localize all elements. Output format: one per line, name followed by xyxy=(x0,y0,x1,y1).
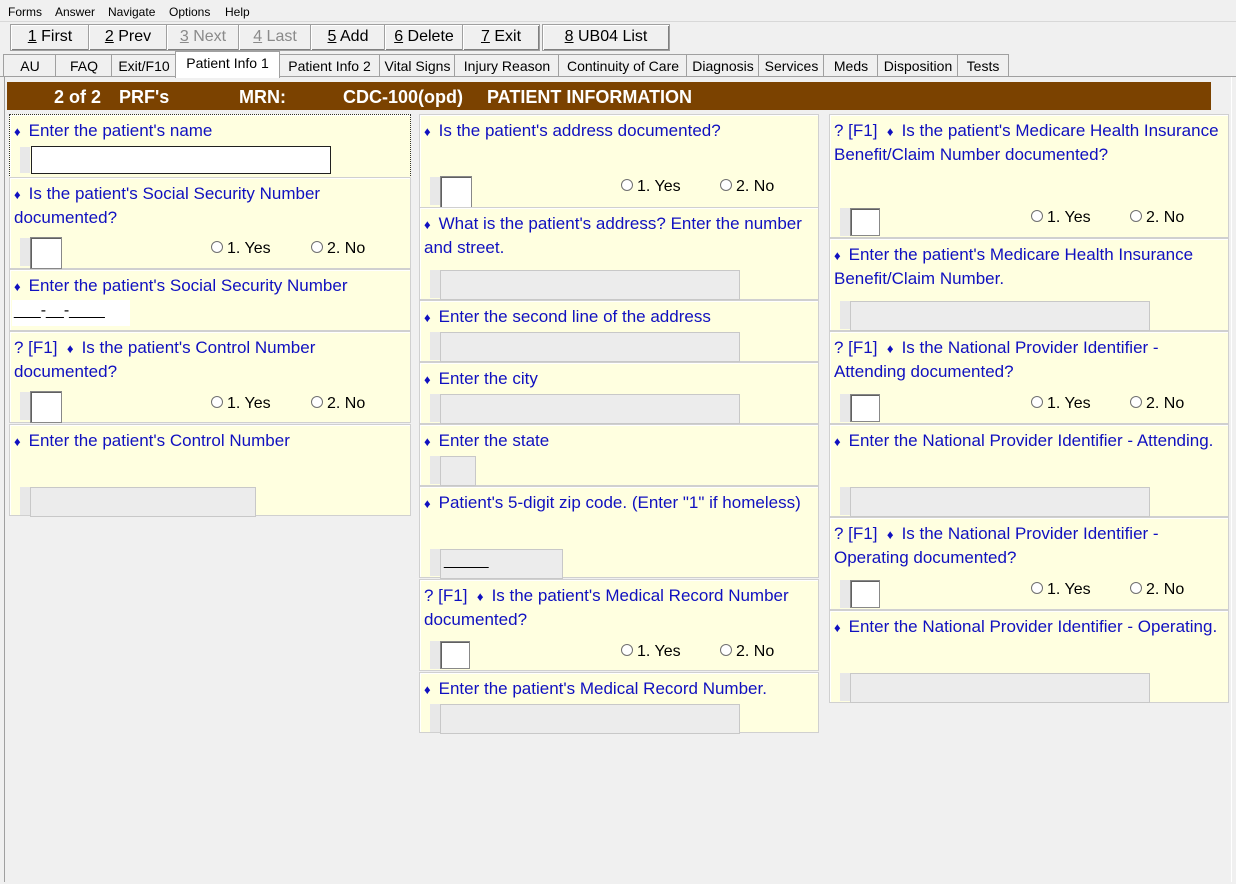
mrn-value: CDC-100(opd) xyxy=(343,87,463,107)
menu-help[interactable]: Help xyxy=(225,5,250,19)
question-address-documented: ♦ Is the patient's address documented? 1.… xyxy=(419,114,819,208)
address-line2-input[interactable] xyxy=(440,332,740,362)
question-medicare-number: ♦ Enter the patient's Medicare Health Ins… xyxy=(829,238,1229,331)
control-documented-yes[interactable]: 1. Yes xyxy=(211,395,271,413)
prev-button[interactable]: 2 Prev xyxy=(88,24,168,51)
menu-options[interactable]: Options xyxy=(169,5,210,19)
mrn-input[interactable] xyxy=(440,704,740,734)
first-button[interactable]: 1 First xyxy=(10,24,90,51)
mrn-documented-answer[interactable] xyxy=(440,641,470,669)
npi-attending-documented-yes[interactable]: 1. Yes xyxy=(1031,395,1091,413)
menu-answer[interactable]: Answer xyxy=(55,5,95,19)
question-mrn-documented: ? [F1] ♦ Is the patient's Medical Record … xyxy=(419,579,819,671)
question-medicare-documented: ? [F1] ♦ Is the patient's Medicare Health… xyxy=(829,114,1229,238)
question-mrn: ♦ Enter the patient's Medical Record Numb… xyxy=(419,672,819,734)
menu-navigate[interactable]: Navigate xyxy=(108,5,155,19)
question-address-line1: ♦ What is the patient's address? Enter th… xyxy=(419,207,819,300)
question-npi-attending-documented: ? [F1] ♦ Is the National Provider Identif… xyxy=(829,331,1229,424)
zip-input[interactable]: _____ xyxy=(440,549,563,579)
npi-operating-documented-no[interactable]: 2. No xyxy=(1130,581,1184,599)
menu-forms[interactable]: Forms xyxy=(8,5,42,19)
npi-operating-documented-yes[interactable]: 1. Yes xyxy=(1031,581,1091,599)
tab-injury-reason[interactable]: Injury Reason xyxy=(454,54,560,77)
menu-bar: Forms Answer Navigate Options Help xyxy=(0,0,1236,22)
next-button[interactable]: 3 Next xyxy=(166,24,240,51)
question-npi-attending: ♦ Enter the National Provider Identifier … xyxy=(829,424,1229,517)
state-input[interactable] xyxy=(440,456,476,486)
tab-tests[interactable]: Tests xyxy=(957,54,1009,77)
mrn-documented-yes[interactable]: 1. Yes xyxy=(621,643,681,661)
question-ssn: ♦ Enter the patient's Social Security Num… xyxy=(9,269,411,331)
tab-disposition[interactable]: Disposition xyxy=(877,54,959,77)
question-npi-operating: ♦ Enter the National Provider Identifier … xyxy=(829,610,1229,703)
question-npi-operating-documented: ? [F1] ♦ Is the National Provider Identif… xyxy=(829,517,1229,610)
npi-attending-input[interactable] xyxy=(850,487,1150,517)
npi-operating-documented-answer[interactable] xyxy=(850,580,880,608)
tab-patient-info-2[interactable]: Patient Info 2 xyxy=(278,54,381,77)
control-documented-no[interactable]: 2. No xyxy=(311,395,365,413)
prfs-label: PRF's xyxy=(119,87,170,107)
patient-name-input[interactable] xyxy=(31,146,331,174)
address-line1-input[interactable] xyxy=(440,270,740,300)
tab-services[interactable]: Services xyxy=(758,54,825,77)
control-documented-answer[interactable] xyxy=(30,391,62,423)
tab-au[interactable]: AU xyxy=(3,54,57,77)
question-city: ♦ Enter the city xyxy=(419,362,819,424)
address-documented-no[interactable]: 2. No xyxy=(720,178,774,196)
add-button[interactable]: 5 Add xyxy=(310,24,386,51)
section-title: PATIENT INFORMATION xyxy=(487,87,692,107)
tab-diagnosis[interactable]: Diagnosis xyxy=(686,54,760,77)
mrn-documented-no[interactable]: 2. No xyxy=(720,643,774,661)
tab-faq[interactable]: FAQ xyxy=(55,54,113,77)
control-number-input[interactable] xyxy=(30,487,256,517)
npi-attending-documented-answer[interactable] xyxy=(850,394,880,422)
ssn-input[interactable]: ___-__-____ xyxy=(12,300,130,326)
ssn-documented-yes[interactable]: 1. Yes xyxy=(211,240,271,258)
ssn-documented-answer[interactable] xyxy=(30,237,62,269)
record-counter: 2 of 2 xyxy=(54,87,102,107)
address-documented-yes[interactable]: 1. Yes xyxy=(621,178,681,196)
ssn-documented-no[interactable]: 2. No xyxy=(311,240,365,258)
last-button[interactable]: 4 Last xyxy=(238,24,312,51)
question-state: ♦ Enter the state xyxy=(419,424,819,486)
section-header: 2 of 2 PRF's MRN: CDC-100(opd) PATIENT I… xyxy=(7,82,1211,110)
question-patient-name: ♦ Enter the patient's name xyxy=(9,114,411,178)
ub04-list-button[interactable]: 8 UB04 List xyxy=(542,24,670,51)
delete-button[interactable]: 6 Delete xyxy=(384,24,464,51)
tab-patient-info-1[interactable]: Patient Info 1 xyxy=(175,51,280,78)
medicare-documented-no[interactable]: 2. No xyxy=(1130,209,1184,227)
medicare-documented-yes[interactable]: 1. Yes xyxy=(1031,209,1091,227)
npi-operating-input[interactable] xyxy=(850,673,1150,703)
question-control-documented: ? [F1] ♦ Is the patient's Control Number … xyxy=(9,331,411,423)
medicare-number-input[interactable] xyxy=(850,301,1150,331)
address-documented-answer[interactable] xyxy=(440,176,472,208)
question-control-number: ♦ Enter the patient's Control Number xyxy=(9,424,411,517)
npi-attending-documented-no[interactable]: 2. No xyxy=(1130,395,1184,413)
tab-exit-f10[interactable]: Exit/F10 xyxy=(111,54,177,77)
exit-button[interactable]: 7 Exit xyxy=(462,24,540,51)
tab-vital-signs[interactable]: Vital Signs xyxy=(379,54,456,77)
city-input[interactable] xyxy=(440,394,740,424)
tab-meds[interactable]: Meds xyxy=(823,54,879,77)
question-zip: ♦ Patient's 5-digit zip code. (Enter "1" … xyxy=(419,486,819,579)
mrn-label: MRN: xyxy=(239,87,286,107)
medicare-documented-answer[interactable] xyxy=(850,208,880,236)
question-address-line2: ♦ Enter the second line of the address xyxy=(419,300,819,362)
question-ssn-documented: ♦ Is the patient's Social Security Number… xyxy=(9,177,411,269)
tab-continuity-of-care[interactable]: Continuity of Care xyxy=(558,54,688,77)
